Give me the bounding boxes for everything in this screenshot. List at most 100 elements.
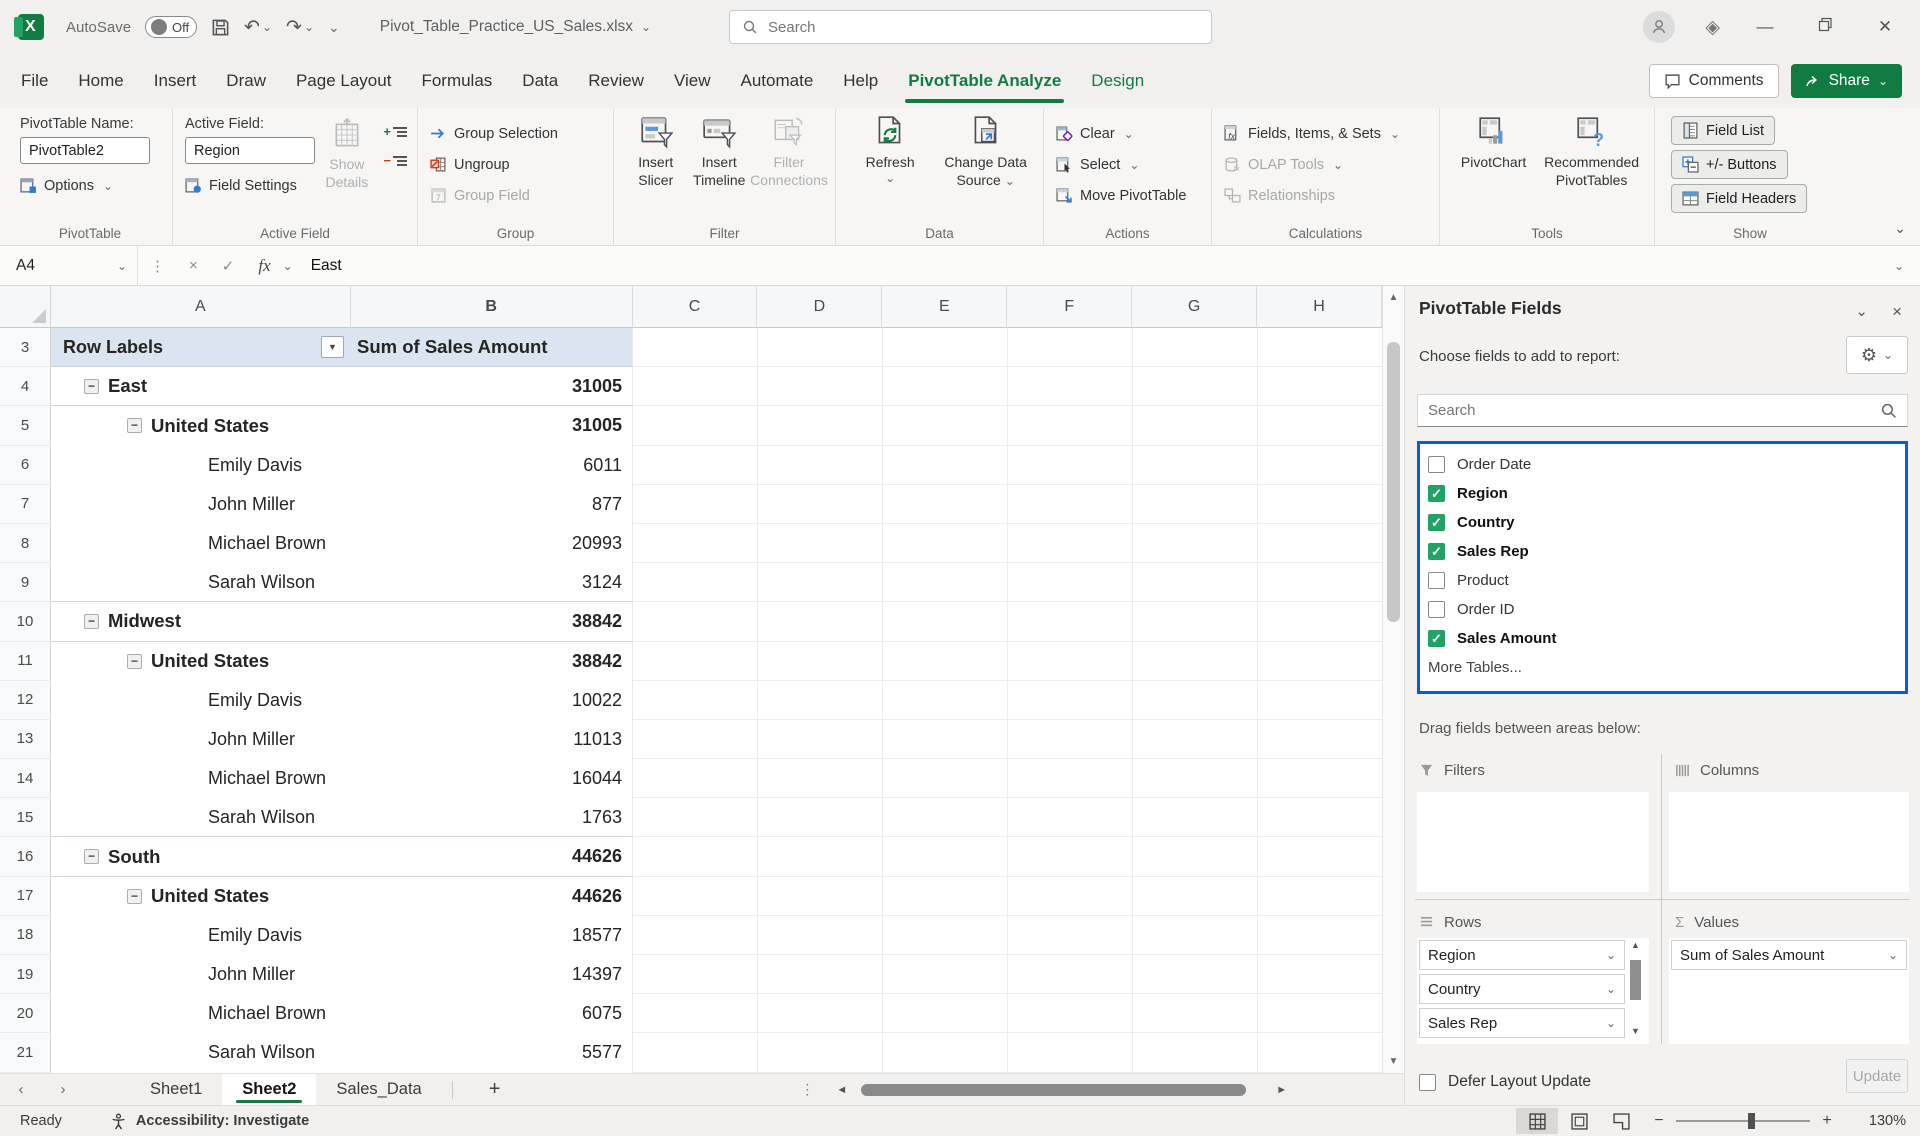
- row-header[interactable]: 15: [0, 798, 51, 837]
- ungroup-button[interactable]: Ungroup: [430, 151, 603, 178]
- row-header[interactable]: 12: [0, 681, 51, 720]
- pivot-label-cell[interactable]: −East: [51, 367, 351, 406]
- values-field-sum-of-sales-amount[interactable]: Sum of Sales Amount⌄: [1671, 940, 1907, 970]
- collapse-button[interactable]: −: [127, 654, 142, 669]
- drill-up-button[interactable]: −: [383, 153, 407, 168]
- column-header-f[interactable]: F: [1007, 286, 1132, 328]
- undo-button[interactable]: ↶⌄: [244, 16, 272, 39]
- search-input[interactable]: [768, 19, 1179, 36]
- row-header[interactable]: 9: [0, 563, 51, 602]
- sheet-tab-sheet2[interactable]: Sheet2: [222, 1074, 316, 1105]
- avatar[interactable]: [1643, 11, 1675, 43]
- checkbox-checked[interactable]: ✓: [1428, 543, 1445, 560]
- chevron-down-icon[interactable]: ⌄: [1888, 949, 1898, 961]
- pivot-value-cell[interactable]: 877: [351, 485, 633, 524]
- pivot-label-cell[interactable]: Emily Davis: [51, 916, 351, 955]
- collapse-button[interactable]: −: [127, 418, 142, 433]
- row-header[interactable]: 13: [0, 720, 51, 759]
- field-item-product[interactable]: Product: [1428, 566, 1905, 595]
- empty-cells[interactable]: [633, 485, 1382, 524]
- accessibility-status[interactable]: Accessibility: Investigate: [110, 1113, 309, 1130]
- empty-cells[interactable]: [633, 720, 1382, 759]
- pivot-label-cell[interactable]: Sarah Wilson: [51, 798, 351, 837]
- page-layout-view-button[interactable]: [1558, 1108, 1600, 1134]
- pivot-row-labels-header[interactable]: Row Labels ▼: [51, 328, 351, 367]
- recommended-pivottables-button[interactable]: ? Recommended PivotTables: [1539, 114, 1644, 219]
- rows-scrollbar[interactable]: ▲ ▼: [1628, 940, 1643, 1036]
- fields-items-sets-button[interactable]: fx Fields, Items, & Sets⌄: [1224, 120, 1429, 147]
- defer-layout-update[interactable]: Defer Layout Update: [1419, 1073, 1591, 1091]
- pivot-label-cell[interactable]: Emily Davis: [51, 681, 351, 720]
- pivot-value-cell[interactable]: 20993: [351, 524, 633, 563]
- row-header[interactable]: 18: [0, 916, 51, 955]
- sheet-tab-sales-data[interactable]: Sales_Data: [316, 1074, 441, 1105]
- share-button[interactable]: Share ⌄: [1791, 64, 1902, 98]
- tab-file[interactable]: File: [6, 54, 63, 108]
- field-list-toggle[interactable]: Field List: [1671, 116, 1775, 145]
- tab-automate[interactable]: Automate: [726, 54, 829, 108]
- insert-timeline-button[interactable]: Insert Timeline: [690, 114, 750, 219]
- tab-insert[interactable]: Insert: [139, 54, 212, 108]
- pivot-value-cell[interactable]: 31005: [351, 406, 633, 445]
- tab-review[interactable]: Review: [573, 54, 659, 108]
- field-item-region[interactable]: ✓Region: [1428, 479, 1905, 508]
- scroll-right-icon[interactable]: ►: [1276, 1084, 1287, 1096]
- checkbox-checked[interactable]: ✓: [1428, 514, 1445, 531]
- sheet-nav-left-icon[interactable]: ‹: [0, 1081, 42, 1098]
- fields-search-box[interactable]: [1417, 394, 1908, 427]
- add-sheet-button[interactable]: +: [489, 1078, 501, 1101]
- redo-button[interactable]: ↷⌄: [286, 16, 314, 39]
- empty-cells[interactable]: [633, 837, 1382, 876]
- zoom-level[interactable]: 130%: [1844, 1113, 1906, 1129]
- rows-field-country[interactable]: Country⌄: [1419, 974, 1625, 1004]
- options-button[interactable]: Options⌄: [20, 172, 162, 199]
- pivot-value-cell[interactable]: 6075: [351, 994, 633, 1033]
- rows-field-sales-rep[interactable]: Sales Rep⌄: [1419, 1008, 1625, 1038]
- column-header-h[interactable]: H: [1257, 286, 1382, 328]
- tab-view[interactable]: View: [659, 54, 726, 108]
- plus-minus-buttons-toggle[interactable]: +/- Buttons: [1671, 150, 1788, 179]
- tab-pivottable-analyze[interactable]: PivotTable Analyze: [893, 54, 1076, 108]
- chevron-down-icon[interactable]: ⌄: [1606, 1017, 1616, 1029]
- pivot-value-cell[interactable]: 3124: [351, 563, 633, 602]
- pivot-label-cell[interactable]: −Midwest: [51, 602, 351, 641]
- search-box[interactable]: [729, 10, 1212, 44]
- horizontal-scrollbar-thumb[interactable]: [861, 1084, 1246, 1096]
- sheet-nav-right-icon[interactable]: ›: [42, 1081, 84, 1098]
- more-options-icon[interactable]: ⋮: [138, 257, 177, 275]
- empty-cells[interactable]: [633, 759, 1382, 798]
- collapse-button[interactable]: −: [84, 379, 99, 394]
- comments-button[interactable]: Comments: [1649, 64, 1779, 98]
- restore-button[interactable]: [1810, 17, 1840, 37]
- pivot-label-cell[interactable]: −United States: [51, 406, 351, 445]
- column-header-e[interactable]: E: [882, 286, 1007, 328]
- field-item-order-date[interactable]: Order Date: [1428, 450, 1905, 479]
- pivot-label-cell[interactable]: Sarah Wilson: [51, 563, 351, 602]
- drill-down-button[interactable]: +: [383, 124, 407, 139]
- rows-field-region[interactable]: Region⌄: [1419, 940, 1625, 970]
- scroll-left-icon[interactable]: ◄: [836, 1084, 847, 1096]
- chevron-down-icon[interactable]: ⌄: [304, 21, 314, 33]
- pivot-value-cell[interactable]: 38842: [351, 602, 633, 641]
- tab-data[interactable]: Data: [507, 54, 573, 108]
- checkbox-checked[interactable]: ✓: [1428, 630, 1445, 647]
- scroll-up-icon[interactable]: ▲: [1628, 940, 1643, 950]
- filter-dropdown-button[interactable]: ▼: [321, 336, 344, 358]
- normal-view-button[interactable]: [1516, 1108, 1558, 1134]
- row-header[interactable]: 20: [0, 994, 51, 1033]
- scroll-down-icon[interactable]: ▼: [1628, 1026, 1643, 1036]
- pivot-value-cell[interactable]: 6011: [351, 446, 633, 485]
- chevron-down-icon[interactable]: ⌄: [283, 260, 293, 272]
- pivot-label-cell[interactable]: John Miller: [51, 485, 351, 524]
- checkbox-checked[interactable]: ✓: [1428, 485, 1445, 502]
- pane-close-icon[interactable]: ×: [1892, 302, 1902, 322]
- pane-collapse-icon[interactable]: ⌄: [1855, 302, 1868, 320]
- zoom-slider-thumb[interactable]: [1748, 1113, 1755, 1129]
- tab-help[interactable]: Help: [828, 54, 893, 108]
- collapse-button[interactable]: −: [127, 889, 142, 904]
- tab-design[interactable]: Design: [1076, 54, 1159, 108]
- column-header-a[interactable]: A: [51, 286, 351, 328]
- zoom-out-button[interactable]: −: [1642, 1112, 1676, 1130]
- checkbox-unchecked[interactable]: [1428, 572, 1445, 589]
- pivot-label-cell[interactable]: −United States: [51, 877, 351, 916]
